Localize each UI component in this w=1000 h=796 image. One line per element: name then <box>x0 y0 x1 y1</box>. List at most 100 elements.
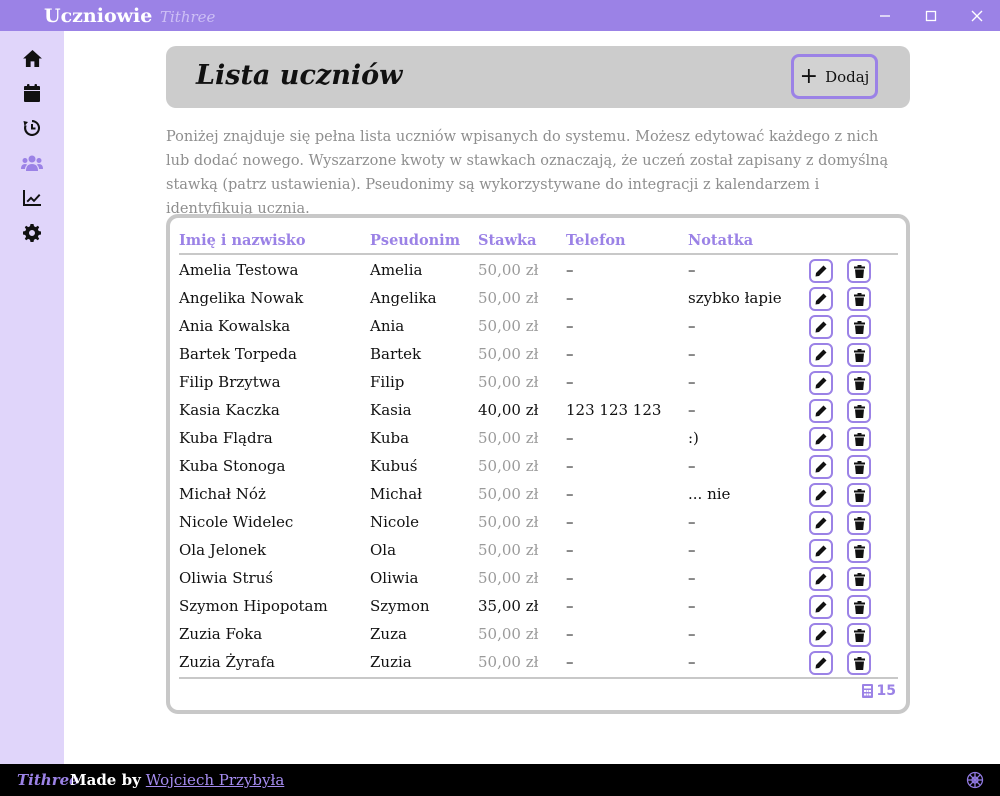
edit-button[interactable] <box>809 651 833 675</box>
student-phone: – <box>566 513 574 531</box>
trash-icon <box>853 600 865 614</box>
student-phone: – <box>566 625 574 643</box>
pencil-icon <box>815 405 827 417</box>
footer-credit: Made by Wojciech Przybyła <box>70 771 284 789</box>
made-by-label: Made by <box>70 771 141 789</box>
author-link[interactable]: Wojciech Przybyła <box>146 771 285 789</box>
trash-icon <box>853 432 865 446</box>
nav-settings[interactable] <box>19 220 45 246</box>
student-name: Ania Kowalska <box>179 317 291 335</box>
student-rate: 50,00 zł <box>478 569 539 587</box>
main-content: Lista uczniów + Dodaj Poniżej znajduje s… <box>64 31 1000 764</box>
delete-button[interactable] <box>847 651 871 675</box>
student-nick: Oliwia <box>370 569 419 587</box>
edit-button[interactable] <box>809 427 833 451</box>
student-rate: 50,00 zł <box>478 513 539 531</box>
column-header-name[interactable]: Imię i nazwisko <box>179 232 306 249</box>
student-note: – <box>688 317 696 335</box>
table-row: Michał Nóż Michał 50,00 zł – ... nie <box>179 481 898 509</box>
edit-button[interactable] <box>809 315 833 339</box>
student-phone: – <box>566 289 574 307</box>
student-nick: Michał <box>370 485 423 503</box>
student-note: – <box>688 653 696 671</box>
pencil-icon <box>815 265 827 277</box>
delete-button[interactable] <box>847 287 871 311</box>
delete-button[interactable] <box>847 483 871 507</box>
app-logo-icon <box>966 771 984 789</box>
close-button[interactable] <box>954 0 1000 31</box>
edit-button[interactable] <box>809 539 833 563</box>
edit-button[interactable] <box>809 259 833 283</box>
student-phone: – <box>566 261 574 279</box>
column-header-note[interactable]: Notatka <box>688 232 753 249</box>
student-name: Filip Brzytwa <box>179 373 281 391</box>
nav-history[interactable] <box>19 115 45 141</box>
student-phone: – <box>566 653 574 671</box>
pencil-icon <box>815 433 827 445</box>
delete-button[interactable] <box>847 259 871 283</box>
add-student-button[interactable]: + Dodaj <box>791 54 878 99</box>
pencil-icon <box>815 321 827 333</box>
delete-button[interactable] <box>847 567 871 591</box>
trash-icon <box>853 544 865 558</box>
column-header-rate[interactable]: Stawka <box>478 232 537 249</box>
student-rate: 50,00 zł <box>478 429 539 447</box>
student-nick: Bartek <box>370 345 422 363</box>
student-name: Szymon Hipopotam <box>179 597 328 615</box>
trash-icon <box>853 292 865 306</box>
edit-button[interactable] <box>809 567 833 591</box>
student-name: Kuba Flądra <box>179 429 273 447</box>
table-row: Ania Kowalska Ania 50,00 zł – – <box>179 313 898 341</box>
edit-button[interactable] <box>809 455 833 479</box>
edit-button[interactable] <box>809 595 833 619</box>
maximize-icon <box>925 10 937 21</box>
nav-statistics[interactable] <box>19 185 45 211</box>
column-header-nick[interactable]: Pseudonim <box>370 232 460 249</box>
maximize-button[interactable] <box>908 0 954 31</box>
delete-button[interactable] <box>847 455 871 479</box>
student-note: – <box>688 457 696 475</box>
delete-button[interactable] <box>847 399 871 423</box>
pencil-icon <box>815 657 827 669</box>
delete-button[interactable] <box>847 539 871 563</box>
nav-home[interactable] <box>19 45 45 71</box>
edit-button[interactable] <box>809 623 833 647</box>
delete-button[interactable] <box>847 623 871 647</box>
edit-button[interactable] <box>809 511 833 535</box>
delete-button[interactable] <box>847 315 871 339</box>
student-note: – <box>688 597 696 615</box>
pencil-icon <box>815 377 827 389</box>
nav-calendar[interactable] <box>19 80 45 106</box>
table-row: Zuzia Foka Zuza 50,00 zł – – <box>179 621 898 649</box>
student-note: – <box>688 261 696 279</box>
student-count: 15 <box>861 683 896 699</box>
plus-icon: + <box>799 63 819 89</box>
edit-button[interactable] <box>809 371 833 395</box>
student-nick: Zuza <box>370 625 407 643</box>
column-header-phone[interactable]: Telefon <box>566 232 626 249</box>
delete-button[interactable] <box>847 371 871 395</box>
edit-button[interactable] <box>809 343 833 367</box>
edit-button[interactable] <box>809 483 833 507</box>
nav-students[interactable] <box>19 150 45 176</box>
edit-button[interactable] <box>809 287 833 311</box>
student-phone: – <box>566 345 574 363</box>
student-phone: – <box>566 373 574 391</box>
student-note: – <box>688 541 696 559</box>
student-phone: 123 123 123 <box>566 401 662 419</box>
trash-icon <box>853 348 865 362</box>
pencil-icon <box>815 293 827 305</box>
delete-button[interactable] <box>847 427 871 451</box>
minimize-button[interactable] <box>862 0 908 31</box>
pencil-icon <box>815 489 827 501</box>
delete-button[interactable] <box>847 343 871 367</box>
window-title: Uczniowie <box>44 5 153 27</box>
student-name: Nicole Widelec <box>179 513 294 531</box>
trash-icon <box>853 376 865 390</box>
table-footer: 15 <box>179 677 898 703</box>
student-nick: Szymon <box>370 597 430 615</box>
delete-button[interactable] <box>847 595 871 619</box>
students-table: Imię i nazwisko Pseudonim Stawka Telefon… <box>166 214 910 714</box>
delete-button[interactable] <box>847 511 871 535</box>
edit-button[interactable] <box>809 399 833 423</box>
